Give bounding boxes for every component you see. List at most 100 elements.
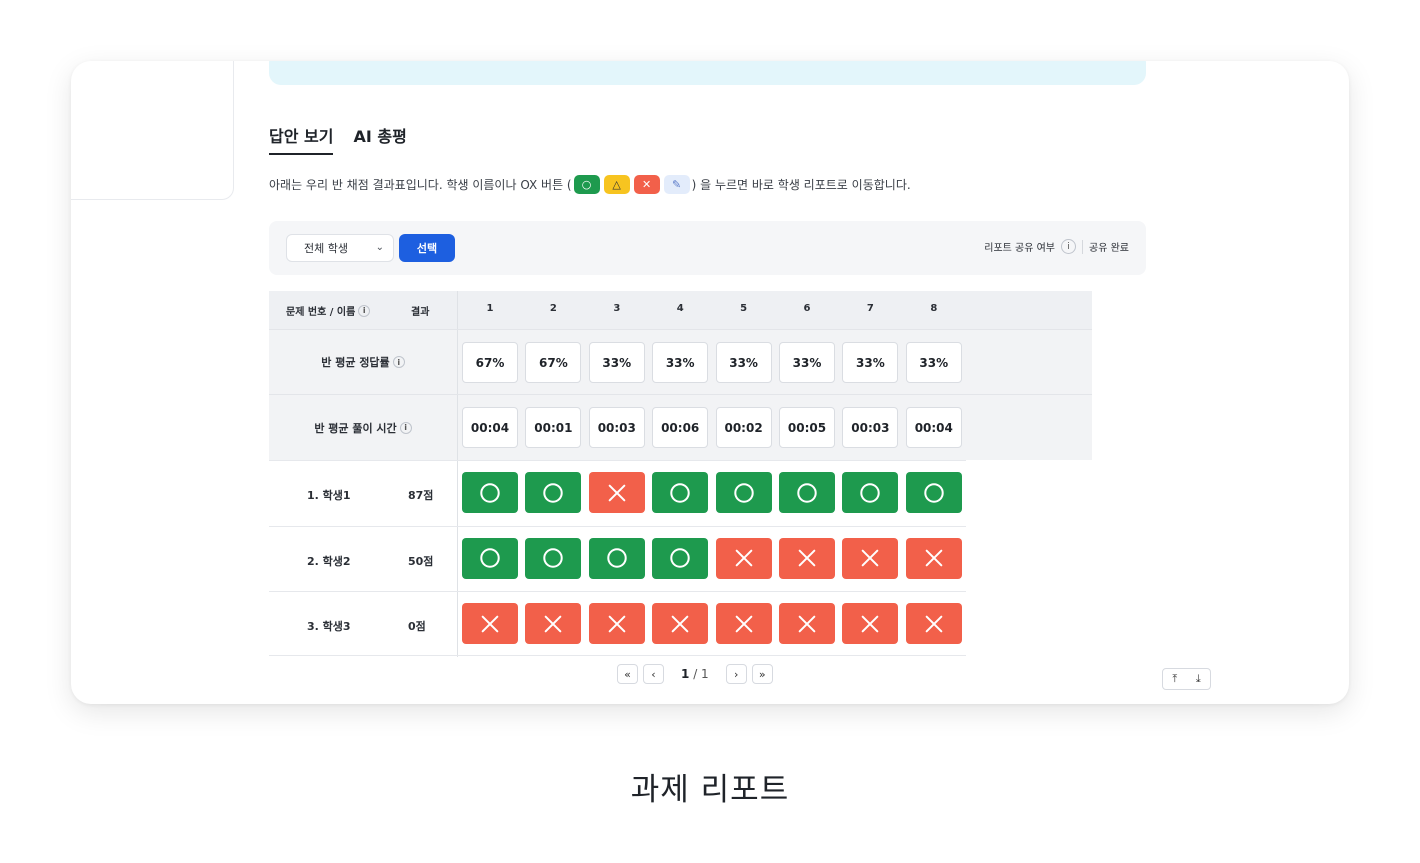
side-panel: [71, 61, 234, 200]
wrong-mark-button[interactable]: [779, 603, 835, 644]
wrong-mark-button[interactable]: [715, 537, 772, 579]
wrong-mark-button[interactable]: [779, 537, 835, 579]
x-icon: [733, 613, 755, 635]
info-icon[interactable]: i: [399, 421, 412, 434]
table-bottom-line: [269, 655, 966, 656]
download-icon[interactable]: ⤓: [1196, 672, 1201, 686]
scroll-control: ⤒ ⤓: [1162, 668, 1211, 690]
x-icon: [733, 547, 755, 569]
table-row: 1. 학생1 87점: [269, 460, 966, 526]
prev-page-icon[interactable]: ‹: [643, 664, 664, 684]
table-row: 2. 학생2 50점: [269, 525, 966, 592]
wrong-mark-button[interactable]: [525, 603, 582, 644]
wrong-mark-button[interactable]: [462, 603, 518, 644]
x-icon: [606, 613, 628, 635]
circle-icon: [859, 482, 881, 504]
question-number: 7: [866, 303, 874, 314]
question-number: 2: [549, 303, 557, 314]
correct-mark-button[interactable]: [842, 472, 899, 513]
avg-correct-value: 67%: [525, 342, 582, 383]
correct-mark-button[interactable]: [525, 537, 582, 579]
divider: [1082, 239, 1084, 254]
circle-icon: [669, 482, 691, 504]
last-page-icon[interactable]: »: [751, 664, 773, 684]
wrong-mark-button[interactable]: [842, 537, 899, 579]
share-status: 리포트 공유 여부 i 공유 완료: [984, 239, 1129, 254]
student-info: 2. 학생2 50점: [269, 526, 458, 591]
x-icon: [923, 547, 945, 569]
student-name[interactable]: 1. 학생1: [307, 487, 351, 503]
info-icon[interactable]: i: [358, 304, 371, 317]
correct-mark-button[interactable]: [779, 472, 835, 513]
x-icon: [479, 613, 501, 635]
table-header-row: 문제 번호 / 이름 i 결과 1 2 3 4 5 6 7 8: [269, 291, 1092, 329]
avg-correct-label: 반 평균 정답률: [321, 356, 390, 369]
next-page-icon[interactable]: ›: [725, 664, 747, 684]
avg-time-value: 00:06: [652, 407, 709, 448]
correct-mark-button[interactable]: [715, 472, 772, 513]
circle-icon: [796, 482, 818, 504]
student-score: 87점: [408, 489, 434, 502]
student-name[interactable]: 3. 학생3: [307, 618, 351, 634]
header-result: 결과: [411, 307, 430, 318]
tab-ai-review[interactable]: AI 총평: [353, 123, 406, 155]
report-tabs: 답안 보기 AI 총평: [269, 123, 407, 155]
correct-mark-button[interactable]: [462, 472, 518, 513]
student-filter-select[interactable]: 전체 학생 ⌄: [286, 234, 394, 262]
caption: 과제 리포트: [630, 772, 790, 808]
wrong-mark-button[interactable]: [588, 603, 645, 644]
circle-icon: [479, 547, 501, 569]
avg-correct-value: 33%: [842, 342, 899, 383]
first-page-icon[interactable]: «: [617, 664, 638, 684]
avg-correct-value: 33%: [905, 342, 962, 383]
student-name[interactable]: 2. 학생2: [307, 553, 351, 569]
x-icon: [669, 613, 691, 635]
student-info: 3. 학생3 0점: [269, 592, 458, 657]
wrong-mark-button[interactable]: [652, 603, 709, 644]
x-icon: [796, 547, 818, 569]
circle-icon: [542, 547, 564, 569]
wrong-mark-button[interactable]: [588, 472, 645, 513]
avg-time-label: 반 평균 풀이 시간: [314, 421, 397, 435]
question-number: 1: [486, 303, 494, 314]
question-number: 4: [676, 303, 684, 314]
avg-correct-value: 33%: [652, 342, 709, 383]
info-icon[interactable]: i: [1061, 239, 1077, 254]
correct-mark-button[interactable]: [588, 537, 645, 579]
toolbar: 전체 학생 ⌄ 선택 리포트 공유 여부 i 공유 완료: [269, 221, 1146, 275]
circle-icon: [479, 482, 501, 504]
circle-icon: [733, 482, 755, 504]
wrong-mark-button[interactable]: [715, 603, 772, 644]
wrong-mark-button[interactable]: [905, 537, 962, 579]
avg-correct-value: 33%: [715, 342, 772, 383]
student-marks: [458, 527, 966, 592]
correct-mark-button[interactable]: [525, 472, 582, 513]
scroll-top-icon[interactable]: ⤒: [1172, 672, 1177, 686]
correct-mark-button[interactable]: [652, 472, 709, 513]
avg-time-value: 00:04: [462, 407, 518, 448]
question-number: 6: [803, 303, 811, 314]
avg-correct-value: 67%: [462, 342, 518, 383]
correct-mark-button[interactable]: [652, 537, 709, 579]
x-icon: [542, 613, 564, 635]
correct-mark-button[interactable]: [905, 472, 962, 513]
tab-answers[interactable]: 답안 보기: [269, 123, 334, 155]
student-score: 50점: [408, 554, 434, 568]
circle-icon: [923, 482, 945, 504]
wrong-mark-button[interactable]: [842, 603, 899, 644]
description-text-before: 아래는 우리 반 채점 결과표입니다. 학생 이름이나 OX 버튼 (: [269, 178, 572, 192]
wrong-mark-button[interactable]: [905, 603, 962, 644]
select-button[interactable]: 선택: [399, 234, 455, 262]
description-text-after: ) 을 누르면 바로 학생 리포트로 이동합니다.: [691, 178, 911, 192]
avg-time-value: 00:05: [779, 407, 835, 448]
x-icon: [859, 547, 881, 569]
share-label: 리포트 공유 여부: [984, 243, 1056, 254]
correct-mark-button[interactable]: [462, 537, 518, 579]
pencil-icon: ✎: [663, 175, 690, 194]
x-icon: [859, 613, 881, 635]
info-icon[interactable]: i: [392, 356, 405, 368]
avg-time-value: 00:03: [842, 407, 899, 448]
circle-icon: ○: [573, 175, 600, 194]
current-page: 1: [681, 667, 690, 681]
circle-icon: [606, 547, 628, 569]
